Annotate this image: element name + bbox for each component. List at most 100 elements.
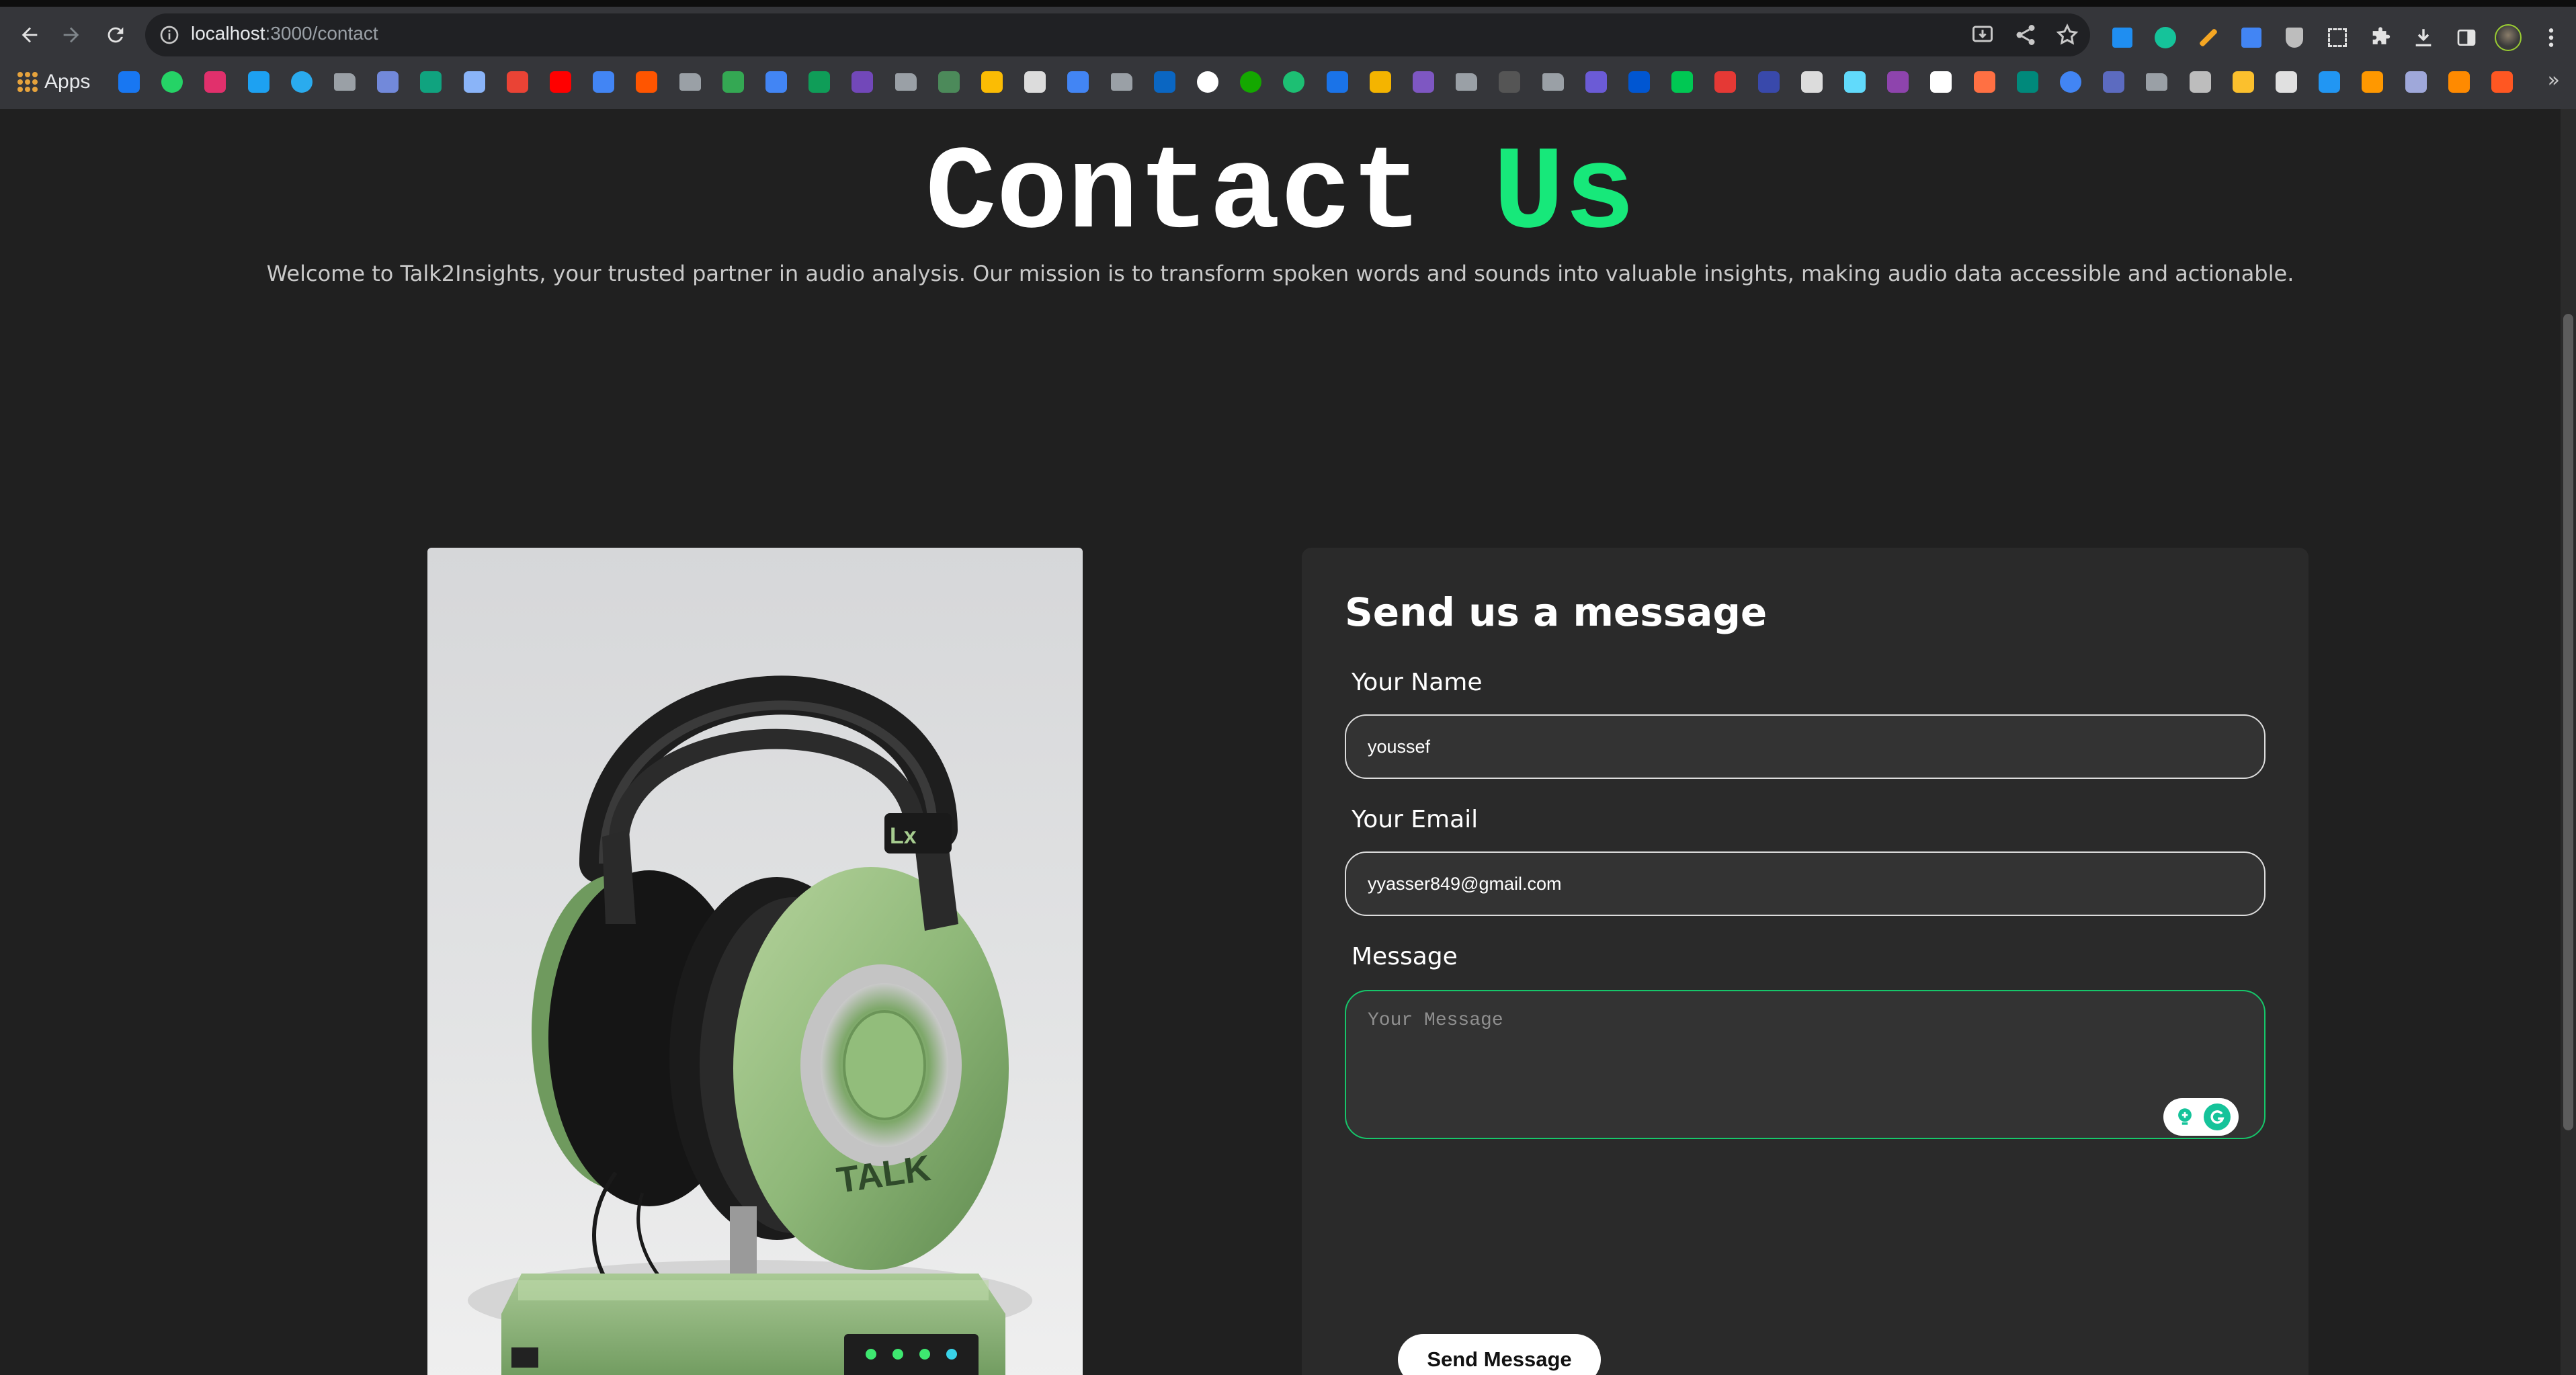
translate-icon[interactable] bbox=[593, 71, 615, 93]
bookmark-icon[interactable] bbox=[1973, 71, 1995, 93]
bookmark-icon[interactable] bbox=[2016, 71, 2038, 93]
folder-icon[interactable] bbox=[1542, 73, 1564, 91]
bookmark-icon[interactable] bbox=[2319, 71, 2341, 93]
folder-icon[interactable] bbox=[334, 73, 356, 91]
folder-icon[interactable] bbox=[2146, 73, 2168, 91]
forward-arrow-icon bbox=[63, 27, 79, 43]
email-label: Your Email bbox=[1352, 806, 1479, 833]
share-icon[interactable] bbox=[2013, 23, 2038, 47]
discord-icon[interactable] bbox=[377, 71, 399, 93]
forward-button[interactable] bbox=[55, 19, 87, 51]
bookmark-icon[interactable] bbox=[1369, 71, 1391, 93]
fiverr-icon[interactable] bbox=[1283, 71, 1305, 93]
browser-chrome: localhost:3000/contact Apps » bbox=[0, 0, 2576, 109]
contact-page: Contact Us Welcome to Talk2Insights, you… bbox=[0, 109, 2561, 1375]
message-textarea[interactable] bbox=[1345, 990, 2266, 1139]
infinity-icon[interactable] bbox=[2276, 71, 2297, 93]
grammarly-suggest-icon[interactable] bbox=[2171, 1103, 2198, 1130]
drive-icon[interactable] bbox=[981, 71, 1003, 93]
forms-icon[interactable] bbox=[851, 71, 874, 93]
bookmark-icon[interactable] bbox=[1757, 71, 1780, 93]
apps-grid-icon bbox=[17, 72, 38, 92]
docs-icon[interactable] bbox=[765, 71, 787, 93]
gemini-icon[interactable] bbox=[463, 71, 485, 93]
bookmark-icon[interactable] bbox=[2232, 71, 2254, 93]
bookmark-icon[interactable] bbox=[2491, 71, 2513, 93]
bookmark-icon[interactable] bbox=[1326, 71, 1348, 93]
contact-form-card: Send us a message Your Name Your Email M… bbox=[1302, 548, 2309, 1375]
intro-text: Welcome to Talk2Insights, your trusted p… bbox=[266, 261, 2294, 286]
upwork-icon[interactable] bbox=[1240, 71, 1262, 93]
title-main: Contact bbox=[925, 128, 1493, 262]
facebook-icon[interactable] bbox=[118, 71, 140, 93]
scrollbar-thumb[interactable] bbox=[2563, 314, 2573, 1130]
grammarly-widget[interactable] bbox=[2163, 1098, 2239, 1136]
back-button[interactable] bbox=[13, 19, 46, 51]
install-app-icon[interactable] bbox=[1970, 23, 1995, 47]
x-icon[interactable] bbox=[1930, 71, 1952, 93]
page-scrollbar[interactable] bbox=[2561, 109, 2576, 1375]
bookmark-icon[interactable] bbox=[1024, 71, 1046, 93]
sheets-icon[interactable] bbox=[808, 71, 831, 93]
screenshot-extension-icon[interactable] bbox=[2324, 24, 2351, 51]
apps-label: Apps bbox=[44, 71, 91, 93]
url-path: :3000/contact bbox=[265, 23, 378, 44]
bookmarks-bar: Apps » bbox=[0, 63, 2576, 101]
drive-icon[interactable] bbox=[722, 71, 744, 93]
bookmark-star-icon[interactable] bbox=[2055, 23, 2079, 47]
twitter-icon[interactable] bbox=[247, 71, 269, 93]
react-icon[interactable] bbox=[1844, 71, 1866, 93]
download-icon[interactable] bbox=[2410, 24, 2437, 51]
bookmark-icon[interactable] bbox=[2103, 71, 2125, 93]
side-panel-icon[interactable] bbox=[2453, 24, 2480, 51]
soundcloud-icon[interactable] bbox=[636, 71, 658, 93]
puzzle-extensions-icon[interactable] bbox=[2367, 24, 2394, 51]
address-bar[interactable]: localhost:3000/contact bbox=[145, 13, 2090, 56]
gmail-icon[interactable] bbox=[506, 71, 528, 93]
charts-icon[interactable] bbox=[1067, 71, 1089, 93]
folder-icon[interactable] bbox=[1110, 73, 1132, 91]
bookmark-icon[interactable] bbox=[1887, 71, 1909, 93]
email-input[interactable] bbox=[1345, 851, 2266, 916]
pen-extension-icon[interactable] bbox=[2195, 24, 2222, 51]
bookmark-icon[interactable] bbox=[1671, 71, 1694, 93]
title-accent: Us bbox=[1493, 128, 1636, 262]
telegram-icon[interactable] bbox=[290, 71, 313, 93]
whatsapp-icon[interactable] bbox=[161, 71, 183, 93]
github-icon[interactable] bbox=[1197, 71, 1218, 93]
shield-extension-icon[interactable] bbox=[2281, 24, 2308, 51]
browser-menu-icon[interactable] bbox=[2538, 24, 2565, 51]
reload-button[interactable] bbox=[99, 19, 132, 51]
bookmark-icon[interactable] bbox=[1714, 71, 1737, 93]
send-message-button[interactable]: Send Message bbox=[1398, 1334, 1601, 1375]
coursera-icon[interactable] bbox=[1628, 71, 1650, 93]
folder-icon[interactable] bbox=[1456, 73, 1478, 91]
grammarly-g-icon[interactable] bbox=[2204, 1103, 2231, 1130]
message-label: Message bbox=[1352, 943, 1458, 970]
bookmark-icon[interactable] bbox=[1499, 71, 1521, 93]
bookmark-icon[interactable] bbox=[1585, 71, 1607, 93]
extension-weather-icon[interactable] bbox=[2109, 24, 2136, 51]
back-arrow-icon bbox=[22, 27, 38, 43]
bookmark-icon[interactable] bbox=[2405, 71, 2427, 93]
instagram-icon[interactable] bbox=[204, 71, 226, 93]
translate-extension-icon[interactable] bbox=[2238, 24, 2265, 51]
bookmark-icon[interactable] bbox=[2362, 71, 2384, 93]
bookmark-icon[interactable] bbox=[2189, 71, 2211, 93]
linkedin-icon[interactable] bbox=[1153, 71, 1175, 93]
bookmark-icon[interactable] bbox=[938, 71, 960, 93]
grammarly-extension-icon[interactable] bbox=[2152, 24, 2179, 51]
youtube-icon[interactable] bbox=[550, 71, 571, 93]
bookmark-icon[interactable] bbox=[2448, 71, 2470, 93]
chatgpt-icon[interactable] bbox=[420, 71, 442, 93]
folder-icon[interactable] bbox=[895, 73, 917, 91]
folder-icon[interactable] bbox=[679, 73, 701, 91]
apps-shortcut[interactable]: Apps bbox=[17, 70, 90, 94]
url-host: localhost bbox=[191, 23, 265, 44]
square-icon[interactable] bbox=[1800, 71, 1823, 93]
bookmark-icon[interactable] bbox=[1413, 71, 1434, 93]
profile-avatar[interactable] bbox=[2495, 24, 2522, 51]
more-bookmarks-button[interactable]: » bbox=[2548, 69, 2560, 92]
name-input[interactable] bbox=[1345, 714, 2266, 779]
google-icon[interactable] bbox=[2060, 71, 2081, 93]
